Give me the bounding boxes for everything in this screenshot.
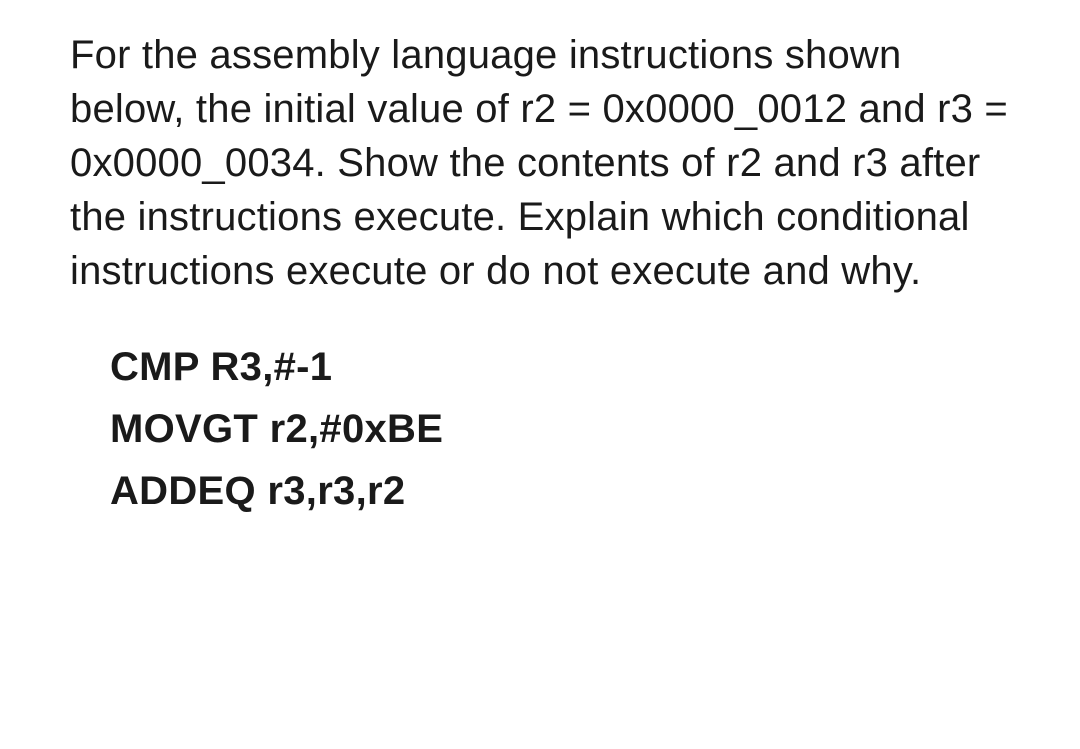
question-paragraph: For the assembly language instructions s… <box>70 28 1020 298</box>
code-line: CMP R3,#-1 <box>110 336 1020 398</box>
document-page: For the assembly language instructions s… <box>0 0 1080 562</box>
assembly-code-block: CMP R3,#-1 MOVGT r2,#0xBE ADDEQ r3,r3,r2 <box>70 336 1020 522</box>
code-line: ADDEQ r3,r3,r2 <box>110 460 1020 522</box>
code-line: MOVGT r2,#0xBE <box>110 398 1020 460</box>
